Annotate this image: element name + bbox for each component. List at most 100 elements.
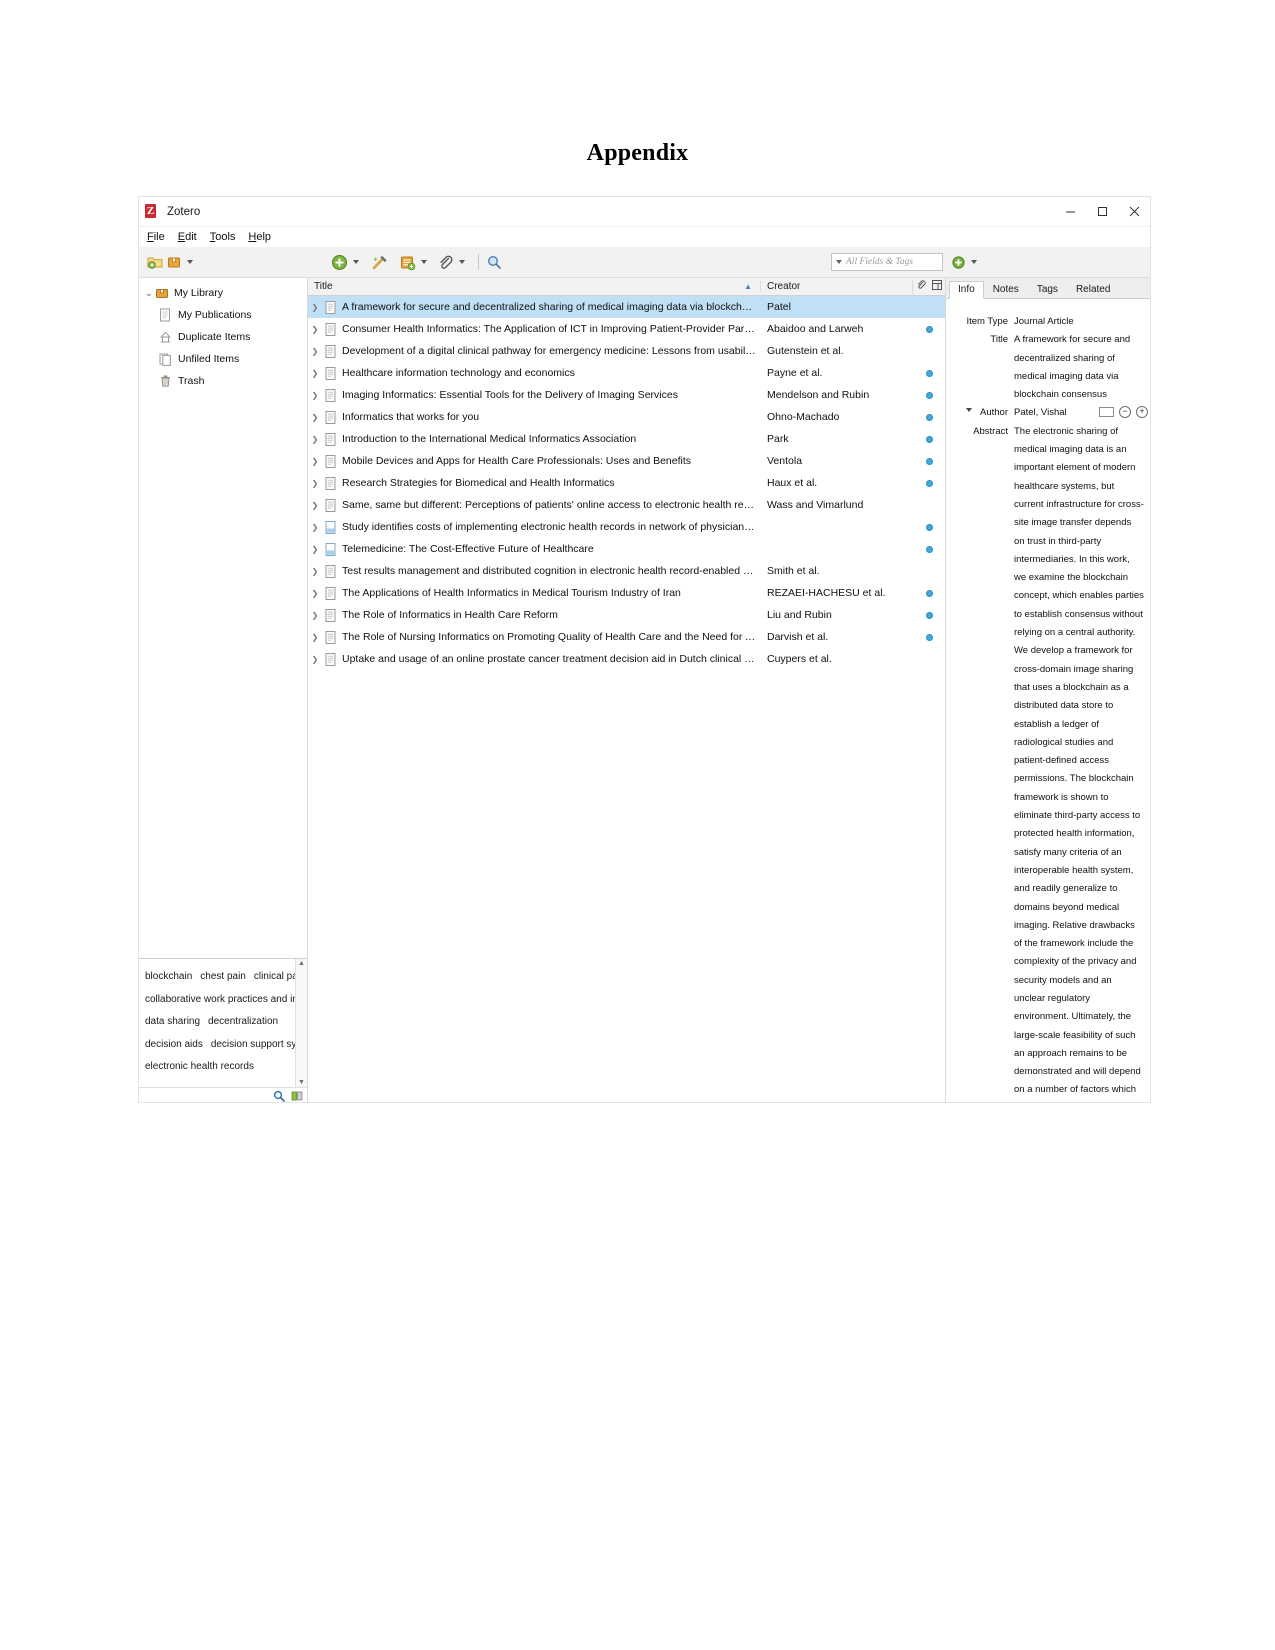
new-note-dropdown-caret-icon[interactable]: [421, 260, 427, 264]
row-expand-chevron-right-icon[interactable]: ❯: [308, 347, 322, 356]
table-row[interactable]: ❯ Uptake and usage of an online prostate…: [308, 648, 945, 670]
field-value[interactable]: Journal Article: [1014, 313, 1150, 331]
sidebar-item-my-library[interactable]: ⌄ My Library: [139, 282, 307, 304]
tag-item[interactable]: decentralization: [208, 1016, 278, 1027]
row-expand-chevron-right-icon[interactable]: ❯: [308, 303, 322, 312]
sidebar-item-my-publications[interactable]: My Publications: [139, 304, 307, 326]
field-value[interactable]: The electronic sharing of medical imagin…: [1014, 423, 1150, 1102]
sidebar-item-trash[interactable]: Trash: [139, 370, 307, 392]
row-expand-chevron-right-icon[interactable]: ❯: [308, 567, 322, 576]
add-creator-icon[interactable]: +: [1136, 406, 1148, 419]
tag-item[interactable]: blockchain: [145, 971, 192, 982]
table-row[interactable]: ❯ Development of a digital clinical path…: [308, 340, 945, 362]
paperclip-column-icon[interactable]: [916, 279, 926, 294]
remove-creator-icon[interactable]: −: [1119, 406, 1131, 419]
table-row[interactable]: ❯ Healthcare information technology and …: [308, 362, 945, 384]
tag-selector: blockchainchest painclinical pathways co…: [139, 958, 307, 1102]
field-title[interactable]: Title A framework for secure and decentr…: [946, 331, 1150, 404]
table-row[interactable]: ❯ Informatics that works for you Ohno-Ma…: [308, 406, 945, 428]
menu-help[interactable]: Help: [248, 231, 271, 243]
new-item-green-plus-icon[interactable]: [331, 254, 348, 271]
close-icon[interactable]: [1118, 197, 1150, 226]
search-input[interactable]: All Fields & Tags: [846, 257, 913, 267]
search-input-container[interactable]: All Fields & Tags: [831, 253, 943, 271]
sidebar-item-unfiled-items[interactable]: Unfiled Items: [139, 348, 307, 370]
row-expand-chevron-right-icon[interactable]: ❯: [308, 633, 322, 642]
row-expand-chevron-right-icon[interactable]: ❯: [308, 457, 322, 466]
search-scope-chevron-down-icon[interactable]: [836, 260, 842, 264]
table-row[interactable]: ❯ Mobile Devices and Apps for Health Car…: [308, 450, 945, 472]
add-attachment-paperclip-icon[interactable]: [437, 254, 454, 271]
table-row[interactable]: ❯ Telemedicine: The Cost-Effective Futur…: [308, 538, 945, 560]
row-expand-chevron-right-icon[interactable]: ❯: [308, 413, 322, 422]
advanced-search-magnifier-icon[interactable]: [486, 254, 502, 270]
table-row[interactable]: ❯ Consumer Health Informatics: The Appli…: [308, 318, 945, 340]
row-expand-chevron-right-icon[interactable]: ❯: [308, 589, 322, 598]
table-row[interactable]: ❯ Same, same but different: Perceptions …: [308, 494, 945, 516]
row-title: Imaging Informatics: Essential Tools for…: [342, 389, 678, 401]
tab-info[interactable]: Info: [949, 281, 984, 299]
tag-options-icon[interactable]: [291, 1090, 303, 1102]
chevron-down-icon[interactable]: [966, 408, 972, 413]
tag-search-icon[interactable]: [273, 1090, 285, 1102]
menu-edit[interactable]: Edit: [178, 231, 197, 243]
attachment-indicator-icon: [925, 325, 933, 333]
field-item-type[interactable]: Item Type Journal Article: [946, 313, 1150, 331]
table-row[interactable]: ❯ Research Strategies for Biomedical and…: [308, 472, 945, 494]
tag-item[interactable]: emergency medicine: [145, 1084, 237, 1085]
new-library-icon[interactable]: [166, 254, 182, 270]
switch-name-format-icon[interactable]: [1099, 407, 1114, 418]
row-expand-chevron-right-icon[interactable]: ❯: [308, 391, 322, 400]
add-by-identifier-magic-wand-icon[interactable]: [371, 254, 388, 271]
tag-selector-scrollbar[interactable]: ▲ ▼: [295, 959, 307, 1088]
sidebar-item-duplicate-items[interactable]: Duplicate Items: [139, 326, 307, 348]
minimize-icon[interactable]: [1054, 197, 1086, 226]
row-expand-chevron-right-icon[interactable]: ❯: [308, 545, 322, 554]
new-item-dropdown-caret-icon[interactable]: [353, 260, 359, 264]
save-to-zotero-green-icon[interactable]: [951, 255, 966, 270]
tab-notes[interactable]: Notes: [984, 281, 1028, 298]
table-row[interactable]: ❯ A framework for secure and decentraliz…: [308, 296, 945, 318]
column-header-title[interactable]: Title ▲: [308, 281, 760, 292]
tag-item[interactable]: decision support systems: [211, 1039, 307, 1050]
new-note-icon[interactable]: [399, 254, 416, 271]
table-row[interactable]: ❯ Test results management and distribute…: [308, 560, 945, 582]
tag-item[interactable]: decision aids: [145, 1039, 203, 1050]
field-author[interactable]: Author Patel, Vishal − +: [946, 404, 1150, 422]
row-expand-chevron-right-icon[interactable]: ❯: [308, 479, 322, 488]
save-to-zotero-dropdown-caret-icon[interactable]: [971, 260, 977, 264]
journal-article-icon: [322, 630, 338, 644]
scroll-up-arrow-icon[interactable]: ▲: [298, 959, 305, 969]
row-expand-chevron-right-icon[interactable]: ❯: [308, 501, 322, 510]
table-row[interactable]: ❯ The Role of Informatics in Health Care…: [308, 604, 945, 626]
maximize-icon[interactable]: [1086, 197, 1118, 226]
tag-item[interactable]: electronic health records: [145, 1061, 254, 1072]
tag-item[interactable]: chest pain: [200, 971, 246, 982]
field-abstract[interactable]: Abstract The electronic sharing of medic…: [946, 423, 1150, 1102]
row-expand-chevron-right-icon[interactable]: ❯: [308, 523, 322, 532]
tab-related[interactable]: Related: [1067, 281, 1119, 298]
field-value[interactable]: A framework for secure and decentralized…: [1014, 331, 1150, 404]
row-expand-chevron-right-icon[interactable]: ❯: [308, 655, 322, 664]
add-attachment-dropdown-caret-icon[interactable]: [459, 260, 465, 264]
row-creator: Haux et al.: [767, 477, 818, 489]
tab-tags[interactable]: Tags: [1028, 281, 1067, 298]
menu-file[interactable]: File: [147, 231, 165, 243]
chevron-down-icon[interactable]: ⌄: [145, 288, 155, 298]
table-row[interactable]: ❯ Introduction to the International Medi…: [308, 428, 945, 450]
row-expand-chevron-right-icon[interactable]: ❯: [308, 611, 322, 620]
table-row[interactable]: ❯ The Applications of Health Informatics…: [308, 582, 945, 604]
new-library-dropdown-caret-icon[interactable]: [187, 260, 193, 264]
menu-tools[interactable]: Tools: [210, 231, 236, 243]
table-row[interactable]: ❯ Study identifies costs of implementing…: [308, 516, 945, 538]
table-row[interactable]: ❯ The Role of Nursing Informatics on Pro…: [308, 626, 945, 648]
table-row[interactable]: ❯ Imaging Informatics: Essential Tools f…: [308, 384, 945, 406]
row-expand-chevron-right-icon[interactable]: ❯: [308, 435, 322, 444]
column-header-creator[interactable]: Creator: [760, 281, 912, 292]
column-picker-icon[interactable]: [932, 280, 942, 293]
row-expand-chevron-right-icon[interactable]: ❯: [308, 369, 322, 378]
tag-item[interactable]: data sharing: [145, 1016, 200, 1027]
tag-item[interactable]: collaborative work practices and informa…: [145, 994, 307, 1005]
new-collection-icon[interactable]: [147, 254, 163, 270]
row-expand-chevron-right-icon[interactable]: ❯: [308, 325, 322, 334]
